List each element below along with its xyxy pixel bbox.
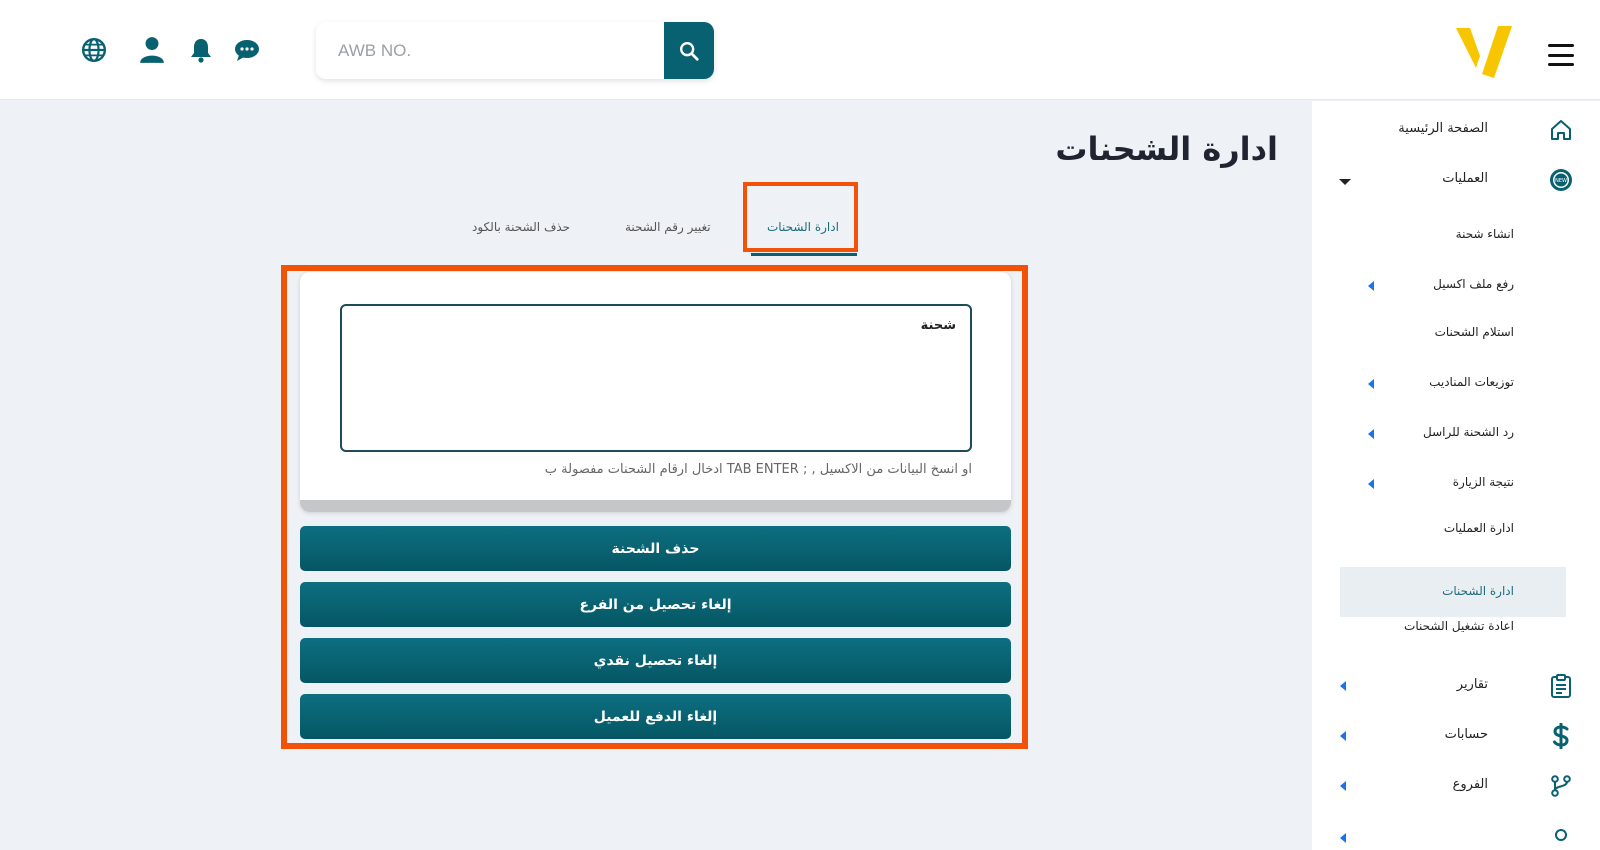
home-icon [1548,117,1574,143]
active-tab-indicator [751,253,857,256]
sidebar-item-operations[interactable]: العمليات NEW [1312,167,1600,197]
sidebar-item-label: انشاء شحنة [1455,227,1514,241]
shipment-numbers-textarea[interactable] [342,306,970,450]
menu-icon[interactable] [1548,44,1574,66]
location-icon [1548,825,1574,850]
sidebar: الصفحة الرئيسية العمليات NEW انشاء شحنة … [1312,101,1600,850]
tab-bar: حذف الشحنة بالكود تغيير رقم الشحنة ادارة… [440,210,880,260]
new-badge-icon: NEW [1548,167,1574,193]
sidebar-item-label: توزيعات المناديب [1429,375,1514,389]
search-button[interactable] [664,22,714,79]
chevron-left-icon [1368,479,1374,489]
sidebar-subitem-visit-result[interactable]: نتيجة الزيارة [1312,471,1600,495]
sidebar-item-label: رد الشحنة للراسل [1423,425,1514,439]
sidebar-item-partial[interactable] [1312,819,1600,849]
sidebar-item-home[interactable]: الصفحة الرئيسية [1312,117,1600,147]
chevron-left-icon [1340,681,1346,691]
chevron-down-icon [1339,179,1351,185]
chevron-left-icon [1368,379,1374,389]
dollar-icon [1548,723,1574,749]
sidebar-item-label: ادارة العمليات [1443,521,1514,535]
chat-icon[interactable] [232,35,262,65]
sidebar-subitem-return-to-sender[interactable]: رد الشحنة للراسل [1312,421,1600,445]
cancel-branch-collection-button[interactable]: إلغاء تحصيل من الفرع [300,582,1011,627]
sidebar-item-label: نتيجة الزيارة [1452,475,1514,489]
chevron-left-icon [1340,833,1346,843]
awb-search-input[interactable] [316,22,664,79]
card-bottom-bar [300,500,1011,512]
sidebar-item-label: العمليات [1442,171,1488,186]
sidebar-subitem-courier-distribution[interactable]: توزيعات المناديب [1312,371,1600,395]
sidebar-subitem-shipments-management[interactable]: ادارة الشحنات [1312,567,1600,617]
cancel-customer-payment-button[interactable]: إلغاء الدفع للعميل [300,694,1011,739]
sidebar-item-label: اعادة تشغيل الشحنات [1404,619,1514,633]
sidebar-item-branches[interactable]: الفروع [1312,771,1600,801]
sidebar-item-label: ادارة الشحنات [1442,584,1514,598]
sidebar-item-accounts[interactable]: حسابات [1312,721,1600,751]
search-icon [680,41,699,61]
sidebar-subitem-create-shipment[interactable]: انشاء شحنة [1312,223,1600,247]
sidebar-item-label: استلام الشحنات [1434,325,1514,339]
tab-change-shipment-number[interactable]: تغيير رقم الشحنة [625,220,711,234]
sidebar-item-label: الفروع [1452,777,1488,792]
sidebar-item-label: رفع ملف اكسيل [1433,277,1514,291]
sidebar-item-label: الصفحة الرئيسية [1398,121,1488,136]
tab-shipments-management[interactable]: ادارة الشحنات [767,220,839,234]
delete-shipment-button[interactable]: حذف الشحنة [300,526,1011,571]
tab-delete-by-code[interactable]: حذف الشحنة بالكود [472,220,570,234]
branch-icon [1548,773,1574,799]
page-title: ادارة الشحنات [1055,130,1278,168]
svg-text:NEW: NEW [1555,178,1567,184]
sidebar-item-reports[interactable]: تقارير [1312,671,1600,701]
shipment-textarea-wrapper: شحنة [340,304,972,452]
user-icon[interactable] [137,35,167,65]
sidebar-subitem-receive-shipments[interactable]: استلام الشحنات [1312,321,1600,345]
chevron-left-icon [1340,731,1346,741]
bell-icon[interactable] [186,35,216,65]
sidebar-item-label: تقارير [1456,677,1488,692]
clipboard-icon [1548,673,1574,699]
brand-logo[interactable] [1454,22,1514,82]
chevron-left-icon [1340,781,1346,791]
sidebar-subitem-upload-excel[interactable]: رفع ملف اكسيل [1312,273,1600,297]
sidebar-subitem-operations-management[interactable]: ادارة العمليات [1312,517,1600,541]
input-hint-text: ادخال ارقام الشحنات مفصولة ب TAB ENTER ;… [544,462,972,477]
sidebar-item-label: حسابات [1444,727,1488,742]
search-bar [316,22,714,79]
sidebar-subitem-rerun-shipments[interactable]: اعادة تشغيل الشحنات [1312,615,1600,639]
chevron-left-icon [1368,281,1374,291]
globe-icon[interactable] [79,35,109,65]
shipment-field-label: شحنة [920,318,956,333]
cancel-cash-collection-button[interactable]: إلغاء تحصيل نقدي [300,638,1011,683]
shipment-input-card: شحنة ادخال ارقام الشحنات مفصولة ب TAB EN… [300,272,1011,512]
chevron-left-icon [1368,429,1374,439]
top-header [0,0,1600,100]
